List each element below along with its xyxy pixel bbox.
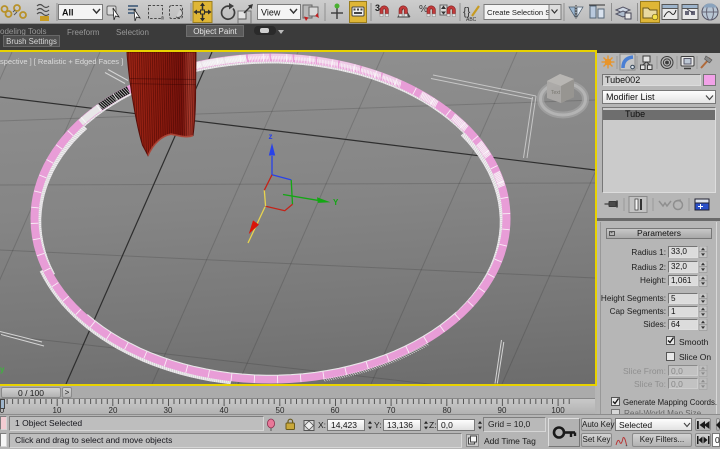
- svg-text:View: View: [261, 8, 281, 18]
- svg-text:y: y: [0, 365, 5, 374]
- svg-text:All: All: [62, 8, 74, 18]
- svg-text:Y: Y: [333, 198, 339, 207]
- svg-text:3: 3: [375, 3, 380, 13]
- svg-text:%: %: [419, 4, 428, 15]
- svg-text:ABC: ABC: [466, 17, 477, 23]
- svg-text:Text: Text: [551, 90, 561, 96]
- svg-text:Create Selection Se: Create Selection Se: [487, 8, 555, 17]
- svg-text:z: z: [269, 132, 273, 141]
